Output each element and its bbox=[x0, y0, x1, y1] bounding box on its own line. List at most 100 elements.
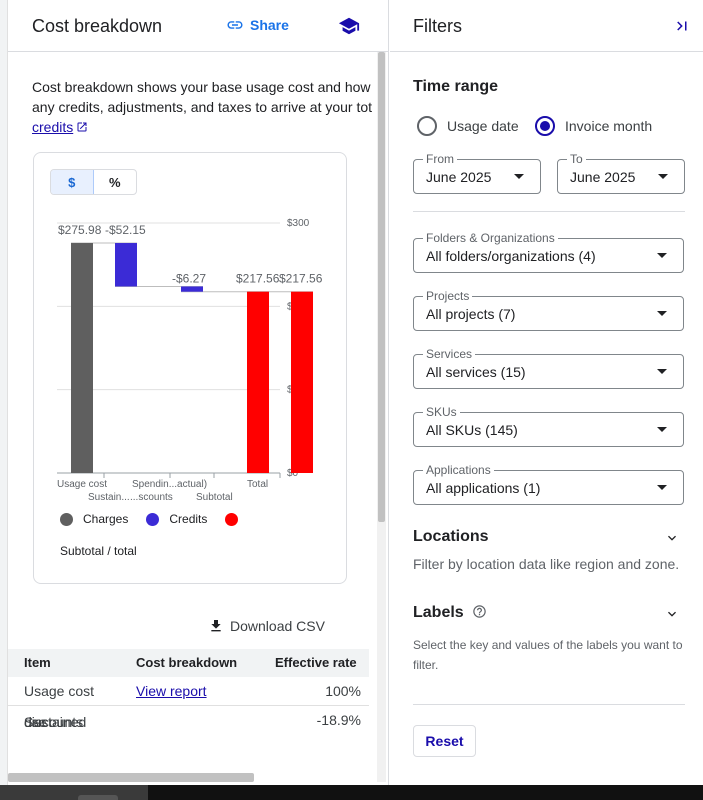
projects-value: All projects (7) bbox=[426, 306, 516, 322]
header-cost-breakdown: Cost breakdown bbox=[136, 655, 238, 670]
cost-breakdown-header: Cost breakdown Share bbox=[8, 0, 388, 52]
description-line-1: Cost breakdown shows your base usage cos… bbox=[32, 79, 371, 95]
chevron-down-icon[interactable] bbox=[664, 530, 680, 546]
radio-unchecked-icon bbox=[417, 116, 437, 136]
y-tick-label: $300 bbox=[287, 218, 310, 229]
horizontal-scrollbar-thumb[interactable] bbox=[8, 773, 254, 782]
divider bbox=[413, 704, 685, 705]
dropdown-arrow-icon bbox=[514, 174, 524, 179]
invoice-month-radio[interactable]: Invoice month bbox=[535, 116, 652, 136]
time-range-title: Time range bbox=[413, 78, 499, 95]
table-row: Sustained use discounts -18.9% bbox=[8, 706, 369, 773]
credits-link[interactable]: credits bbox=[32, 119, 73, 135]
taskbar-item[interactable] bbox=[78, 795, 118, 800]
waterfall-chart: $300$200$100$0$275.98-$52.15-$6.27$217.5… bbox=[57, 218, 323, 503]
folders-select[interactable]: Folders & Organizations All folders/orga… bbox=[413, 231, 684, 273]
chevron-down-icon[interactable] bbox=[664, 606, 680, 622]
x-tick-label: Subtotal bbox=[196, 492, 233, 503]
bar-value-label: $217.56 bbox=[279, 272, 323, 286]
table-header: Item Cost breakdown Effective rate bbox=[8, 649, 369, 677]
credits-swatch bbox=[146, 512, 160, 526]
dropdown-arrow-icon bbox=[658, 174, 668, 179]
header-item: Item bbox=[24, 655, 51, 670]
unit-toggle: $ % bbox=[50, 169, 137, 195]
header-effective-rate: Effective rate bbox=[275, 655, 357, 670]
applications-label: Applications bbox=[423, 463, 494, 477]
folders-label: Folders & Organizations bbox=[423, 231, 558, 245]
percent-toggle-button[interactable]: % bbox=[94, 170, 137, 194]
applications-select[interactable]: Applications All applications (1) bbox=[413, 463, 684, 505]
school-icon[interactable] bbox=[338, 15, 360, 37]
locations-title[interactable]: Locations bbox=[413, 528, 489, 546]
taskbar-segment bbox=[0, 785, 148, 800]
description-line-2: any credits, adjustments, and taxes to a… bbox=[32, 99, 373, 115]
x-tick-label: Usage cost bbox=[57, 479, 107, 490]
folders-value: All folders/organizations (4) bbox=[426, 248, 596, 264]
divider bbox=[413, 211, 685, 212]
row-item: Usage cost bbox=[24, 683, 95, 699]
labels-description-line: Select the key and values of the labels … bbox=[413, 638, 683, 652]
legend-subtotal-label: Subtotal / total bbox=[60, 544, 137, 558]
x-tick-label: ...scounts bbox=[130, 492, 173, 503]
legend-credits-label: Credits bbox=[169, 512, 208, 526]
reset-button[interactable]: Reset bbox=[413, 725, 476, 757]
link-icon bbox=[227, 21, 243, 29]
x-tick-label: Total bbox=[247, 479, 268, 490]
description: Cost breakdown shows your base usage cos… bbox=[32, 77, 377, 137]
row-rate: -18.9% bbox=[316, 712, 361, 728]
labels-description: Select the key and values of the labels … bbox=[413, 635, 683, 675]
filters-header: Filters bbox=[390, 0, 703, 52]
chart-bar bbox=[71, 243, 93, 473]
download-csv-label: Download CSV bbox=[230, 618, 325, 634]
row-rate: 100% bbox=[325, 683, 361, 699]
bar-value-label: -$6.27 bbox=[172, 271, 206, 285]
services-select[interactable]: Services All services (15) bbox=[413, 347, 684, 389]
chart-legend: Charges Credits bbox=[60, 512, 266, 526]
to-month-select[interactable]: To June 2025 bbox=[557, 152, 685, 194]
usage-date-radio[interactable]: Usage date bbox=[417, 116, 519, 136]
filters-title: Filters bbox=[413, 16, 462, 36]
dropdown-arrow-icon bbox=[657, 253, 667, 258]
services-label: Services bbox=[423, 347, 476, 361]
download-csv-button[interactable]: Download CSV bbox=[208, 618, 325, 634]
bar-value-label: $275.98 bbox=[58, 223, 102, 237]
bar-value-label: -$52.15 bbox=[105, 223, 146, 237]
bar-value-label: $217.56 bbox=[236, 272, 280, 286]
subtotal-swatch bbox=[225, 512, 239, 526]
legend-charges-label: Charges bbox=[83, 512, 129, 526]
share-button[interactable]: Share bbox=[226, 16, 289, 34]
x-tick-label: Spendin...actual) bbox=[132, 479, 207, 490]
usage-date-label: Usage date bbox=[447, 118, 519, 134]
projects-select[interactable]: Projects All projects (7) bbox=[413, 289, 684, 331]
app-root: Cost breakdown Share Cost breakdown show… bbox=[0, 0, 703, 800]
view-report-link[interactable]: View report bbox=[136, 683, 207, 699]
invoice-month-label: Invoice month bbox=[565, 118, 653, 134]
dropdown-arrow-icon bbox=[657, 369, 667, 374]
chart-bar bbox=[115, 243, 137, 287]
help-icon[interactable] bbox=[472, 604, 487, 619]
skus-select[interactable]: SKUs All SKUs (145) bbox=[413, 405, 684, 447]
from-month-select[interactable]: From June 2025 bbox=[413, 152, 541, 194]
dropdown-arrow-icon bbox=[657, 485, 667, 490]
legend-item-subtotal bbox=[225, 512, 248, 526]
vertical-scrollbar-thumb[interactable] bbox=[378, 52, 385, 522]
skus-label: SKUs bbox=[423, 405, 460, 419]
collapse-panel-icon[interactable] bbox=[673, 17, 691, 35]
skus-value: All SKUs (145) bbox=[426, 422, 518, 438]
left-edge-strip bbox=[0, 0, 8, 785]
download-icon bbox=[211, 620, 221, 632]
to-value: June 2025 bbox=[570, 169, 636, 185]
dropdown-arrow-icon bbox=[657, 427, 667, 432]
labels-description-line: filter. bbox=[413, 658, 439, 672]
legend-item-credits: Credits bbox=[146, 512, 207, 526]
labels-title-text: Labels bbox=[413, 604, 464, 621]
dollar-toggle-button[interactable]: $ bbox=[51, 170, 94, 194]
from-label: From bbox=[423, 152, 457, 166]
dropdown-arrow-icon bbox=[657, 311, 667, 316]
radio-checked-icon bbox=[535, 116, 555, 136]
panel-title: Cost breakdown bbox=[32, 16, 163, 36]
labels-title[interactable]: Labels bbox=[413, 604, 487, 622]
share-label: Share bbox=[250, 17, 289, 33]
chart-bar bbox=[247, 291, 269, 473]
applications-value: All applications (1) bbox=[426, 480, 541, 496]
